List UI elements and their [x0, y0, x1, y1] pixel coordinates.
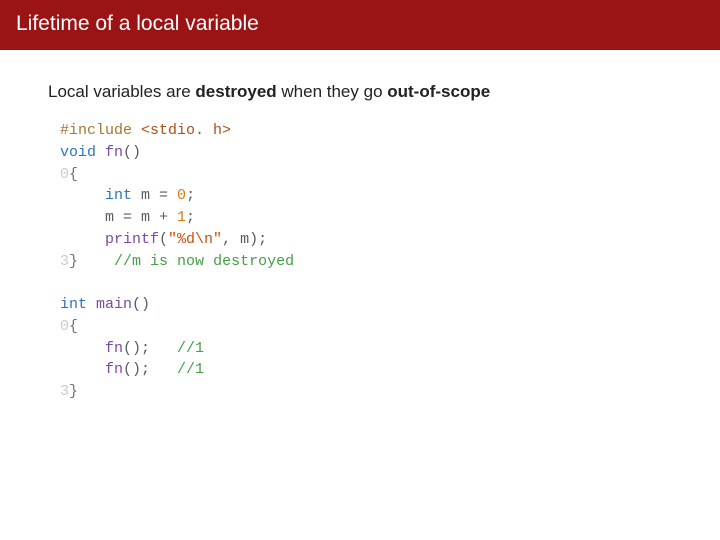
code-indent	[60, 209, 105, 226]
code-indent	[60, 361, 105, 378]
code-comment: //1	[177, 340, 204, 357]
desc-bold-destroyed: destroyed	[195, 82, 276, 101]
code-token: ();	[123, 361, 177, 378]
code-token: ;	[186, 209, 195, 226]
code-token: fn	[105, 340, 123, 357]
code-comment: //1	[177, 361, 204, 378]
code-token: }	[69, 253, 78, 270]
code-token: m = m +	[105, 209, 177, 226]
code-gutter: 0	[60, 318, 69, 335]
code-token: <stdio. h>	[132, 122, 231, 139]
slide-title-bar: Lifetime of a local variable	[0, 0, 720, 50]
code-indent	[60, 340, 105, 357]
code-example: #include <stdio. h> void fn() 0{ int m =…	[60, 120, 680, 403]
code-token: , m);	[222, 231, 267, 248]
code-token: void	[60, 144, 96, 161]
code-token: 0	[177, 187, 186, 204]
code-indent	[78, 253, 114, 270]
code-gutter: 0	[60, 166, 69, 183]
code-gutter: 3	[60, 383, 69, 400]
desc-pre: Local variables are	[48, 82, 195, 101]
code-token: 1	[177, 209, 186, 226]
code-token: fn	[96, 144, 123, 161]
code-token: }	[69, 383, 78, 400]
code-token: {	[69, 318, 78, 335]
desc-bold-outofscope: out-of-scope	[387, 82, 490, 101]
code-token: ()	[132, 296, 150, 313]
desc-mid: when they go	[277, 82, 388, 101]
code-token: fn	[105, 361, 123, 378]
code-token: (	[159, 231, 168, 248]
code-token: main	[87, 296, 132, 313]
code-indent	[60, 187, 105, 204]
code-token: #include	[60, 122, 132, 139]
code-indent	[60, 231, 105, 248]
code-token: printf	[105, 231, 159, 248]
code-token: "%d\n"	[168, 231, 222, 248]
code-comment: //m is now destroyed	[114, 253, 294, 270]
slide-body: Local variables are destroyed when they …	[0, 50, 720, 423]
code-token: {	[69, 166, 78, 183]
code-token: ()	[123, 144, 141, 161]
code-token: m =	[132, 187, 177, 204]
code-token: int	[60, 296, 87, 313]
code-token: ();	[123, 340, 177, 357]
description-text: Local variables are destroyed when they …	[48, 82, 672, 102]
code-token: ;	[186, 187, 195, 204]
code-token: int	[105, 187, 132, 204]
slide-title: Lifetime of a local variable	[16, 12, 259, 35]
code-gutter: 3	[60, 253, 69, 270]
